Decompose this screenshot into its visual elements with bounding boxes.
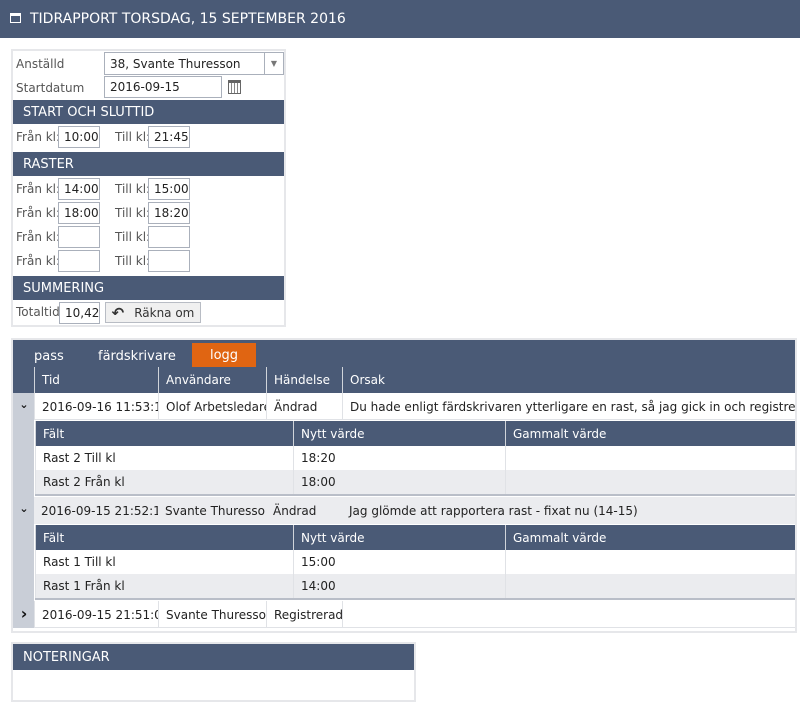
break-from-input[interactable]	[58, 250, 100, 272]
value: 10,42	[65, 306, 100, 320]
divider	[35, 494, 795, 496]
subcolumn-header[interactable]: Fält	[35, 421, 293, 446]
subcolumn-header[interactable]: Fält	[35, 525, 293, 550]
notes-header: NOTERINGAR	[13, 644, 414, 670]
to-label: Till kl:	[115, 182, 151, 196]
tab-label: logg	[209, 347, 239, 363]
startdate-value: 2016-09-15	[110, 80, 180, 94]
gutter-header	[13, 367, 34, 393]
break-to-input[interactable]	[148, 250, 190, 272]
section-title: START OCH SLUTTID	[23, 104, 155, 120]
start-to-input[interactable]: 21:45	[148, 126, 190, 148]
total-label: Totaltid	[16, 305, 60, 319]
column-header[interactable]: Orsak	[342, 367, 795, 393]
log-cell-time: 2016-09-15 21:51:09	[34, 601, 158, 628]
startdate-label: Startdatum	[16, 81, 85, 95]
chevron-right-icon[interactable]: ›	[17, 604, 31, 623]
subcolumn-header[interactable]: Nytt värde	[293, 421, 505, 446]
from-label: Från kl:	[16, 206, 61, 220]
change-cell-field: Rast 1 Från kl	[35, 574, 293, 598]
section-start-end: START OCH SLUTTID	[13, 100, 284, 124]
divider	[35, 598, 795, 600]
change-cell-old	[505, 470, 795, 494]
tab-fardskrivare[interactable]: färdskrivare	[98, 346, 176, 366]
log-cell-user: Svante Thuresson	[158, 601, 266, 628]
chevron-down-icon[interactable]: ⌄	[17, 502, 31, 518]
log-cell-user: Olof Arbetsledare	[158, 393, 266, 420]
from-label: Från kl:	[16, 182, 61, 196]
tab-logg[interactable]: logg	[192, 343, 256, 367]
break-to-input[interactable]: 15:00	[148, 178, 190, 200]
change-cell-field: Rast 2 Till kl	[35, 446, 293, 470]
to-label: Till kl:	[115, 230, 151, 244]
change-cell-new: 18:00	[293, 470, 505, 494]
change-cell-new: 14:00	[293, 574, 505, 598]
log-cell-time: 2016-09-15 21:52:14	[34, 497, 158, 524]
section-title: RASTER	[23, 156, 74, 172]
chevron-down-icon[interactable]: ▼	[264, 53, 283, 74]
total-value: 10,42	[59, 302, 100, 324]
log-cell-event: Ändrad	[266, 497, 342, 524]
log-cell-user: Svante Thuresson	[158, 497, 266, 524]
log-cell-reason: Du hade enligt färdskrivaren ytterligare…	[342, 393, 795, 420]
employee-select[interactable]: 38, Svante Thuresson ▼	[104, 52, 284, 75]
button-label: Räkna om	[134, 305, 195, 320]
to-label: Till kl:	[115, 130, 151, 144]
break-to-input[interactable]	[148, 226, 190, 248]
calendar-icon[interactable]	[228, 80, 241, 94]
section-breaks: RASTER	[13, 152, 284, 176]
change-cell-new: 15:00	[293, 550, 505, 574]
section-summary: SUMMERING	[13, 276, 284, 300]
section-title: NOTERINGAR	[23, 649, 110, 665]
column-header[interactable]: Tid	[34, 367, 158, 393]
subcolumn-header[interactable]: Gammalt värde	[505, 525, 795, 550]
value: 21:45	[154, 130, 189, 144]
section-title: SUMMERING	[23, 280, 105, 296]
log-cell-time: 2016-09-16 11:53:14	[34, 393, 158, 420]
tab-pass[interactable]: pass	[34, 346, 64, 366]
page-title: TIDRAPPORT TORSDAG, 15 SEPTEMBER 2016	[30, 11, 346, 27]
break-to-input[interactable]: 18:20	[148, 202, 190, 224]
column-header[interactable]: Användare	[158, 367, 266, 393]
employee-label: Anställd	[16, 57, 65, 71]
startdate-input[interactable]: 2016-09-15	[104, 76, 222, 98]
from-label: Från kl:	[16, 230, 61, 244]
column-header[interactable]: Händelse	[266, 367, 342, 393]
page-header: TIDRAPPORT TORSDAG, 15 SEPTEMBER 2016	[0, 0, 800, 38]
undo-arrow-icon: ↶	[111, 303, 125, 322]
change-cell-new: 18:20	[293, 446, 505, 470]
change-cell-old	[505, 574, 795, 598]
from-label: Från kl:	[16, 254, 61, 268]
chevron-down-icon[interactable]: ⌄	[17, 398, 31, 414]
subcolumn-header[interactable]: Gammalt värde	[505, 421, 795, 446]
break-from-input[interactable]: 14:00	[58, 178, 100, 200]
recalculate-button[interactable]: ↶ Räkna om	[105, 302, 201, 323]
employee-value: 38, Svante Thuresson	[110, 56, 241, 71]
break-from-input[interactable]	[58, 226, 100, 248]
value: 10:00	[64, 130, 99, 144]
to-label: Till kl:	[115, 206, 151, 220]
subcolumn-header[interactable]: Nytt värde	[293, 525, 505, 550]
log-cell-event: Ändrad	[266, 393, 342, 420]
change-cell-field: Rast 2 Från kl	[35, 470, 293, 494]
from-label: Från kl:	[16, 130, 61, 144]
log-cell-reason	[342, 601, 795, 628]
log-cell-reason: Jag glömde att rapportera rast - fixat n…	[342, 497, 795, 524]
change-cell-old	[505, 446, 795, 470]
tab-label: färdskrivare	[98, 348, 176, 364]
start-from-input[interactable]: 10:00	[58, 126, 100, 148]
change-cell-old	[505, 550, 795, 574]
log-cell-event: Registrerad	[266, 601, 342, 628]
window-icon	[10, 13, 21, 23]
break-from-input[interactable]: 18:00	[58, 202, 100, 224]
to-label: Till kl:	[115, 254, 151, 268]
tab-label: pass	[34, 348, 64, 364]
change-cell-field: Rast 1 Till kl	[35, 550, 293, 574]
